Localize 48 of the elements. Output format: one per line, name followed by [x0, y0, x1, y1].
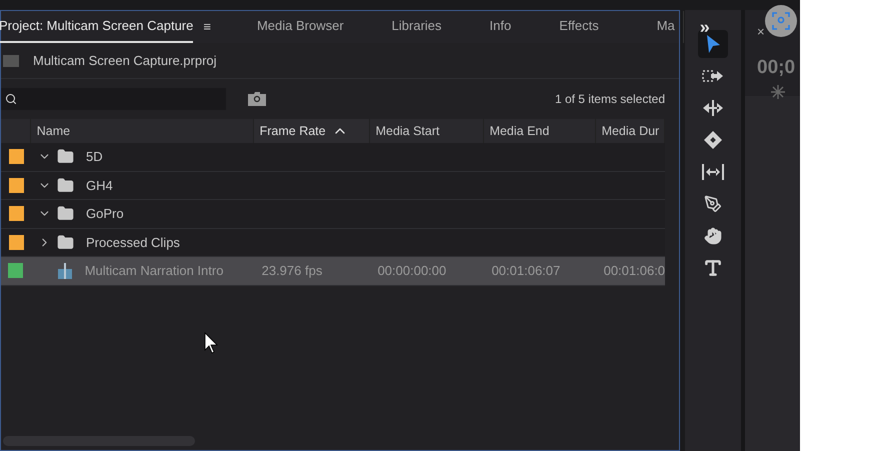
- track-select-icon: [702, 68, 724, 84]
- type-tool-icon: [703, 258, 723, 278]
- project-file-name: Multicam Screen Capture.prproj: [33, 52, 217, 70]
- tool-button[interactable]: [698, 30, 728, 58]
- mouse-cursor-icon: [204, 332, 218, 354]
- hand-icon: [704, 227, 722, 245]
- table-cell: 00:01:06:0: [604, 263, 666, 278]
- label-swatch[interactable]: [8, 263, 24, 278]
- label-swatch[interactable]: [8, 234, 24, 250]
- panel-tab[interactable]: Effects: [559, 11, 599, 43]
- close-tab-button[interactable]: ×: [757, 24, 765, 39]
- tab-overflow-button[interactable]: »: [700, 14, 710, 40]
- ripple-edit-icon: [702, 99, 724, 117]
- table-cell: 00:00:00:00: [378, 263, 446, 278]
- item-name: Multicam Narration Intro: [84, 262, 224, 280]
- selection-count: 1 of 5 items selected: [554, 91, 665, 108]
- item-name: Processed Clips: [86, 234, 180, 252]
- folder-icon: [57, 176, 74, 194]
- table-cell: 23.976 fps: [262, 263, 322, 278]
- project-row[interactable]: GH4: [1, 172, 665, 200]
- item-name: GoPro: [86, 205, 124, 223]
- arrow-pointer-icon: [704, 34, 722, 54]
- folder-icon: [57, 148, 74, 166]
- folder-icon: [57, 205, 74, 222]
- panel-tab[interactable]: Media Browser: [256, 11, 344, 43]
- slip-tool-icon: [701, 162, 725, 182]
- search-icon: [5, 93, 17, 105]
- sparkle-icon: [771, 84, 785, 98]
- folder-icon: [57, 234, 74, 251]
- project-file-icon: [3, 54, 19, 66]
- panel-tab[interactable]: Libraries: [392, 11, 442, 43]
- column-header[interactable]: Frame Rate: [254, 119, 370, 143]
- label-swatch[interactable]: [8, 206, 24, 222]
- project-row[interactable]: Processed Clips: [1, 228, 665, 257]
- pen-icon: [704, 195, 722, 213]
- table-cell: 00:01:06:07: [492, 263, 560, 278]
- panel-menu-icon[interactable]: ≡: [203, 17, 211, 37]
- search-field[interactable]: [1, 88, 226, 110]
- item-name: GH4: [86, 176, 113, 194]
- label-swatch[interactable]: [8, 178, 24, 193]
- razor-blade-icon: [703, 130, 723, 150]
- panel-tab[interactable]: Project: Multicam Screen Capture: [0, 11, 194, 43]
- label-swatch[interactable]: [8, 149, 24, 164]
- sequence-icon: [56, 262, 73, 280]
- panel-tab[interactable]: Info: [490, 11, 512, 43]
- timecode: 00;0: [757, 56, 796, 80]
- panel-tab[interactable]: Ma: [656, 11, 675, 43]
- item-name: 5D: [86, 148, 103, 166]
